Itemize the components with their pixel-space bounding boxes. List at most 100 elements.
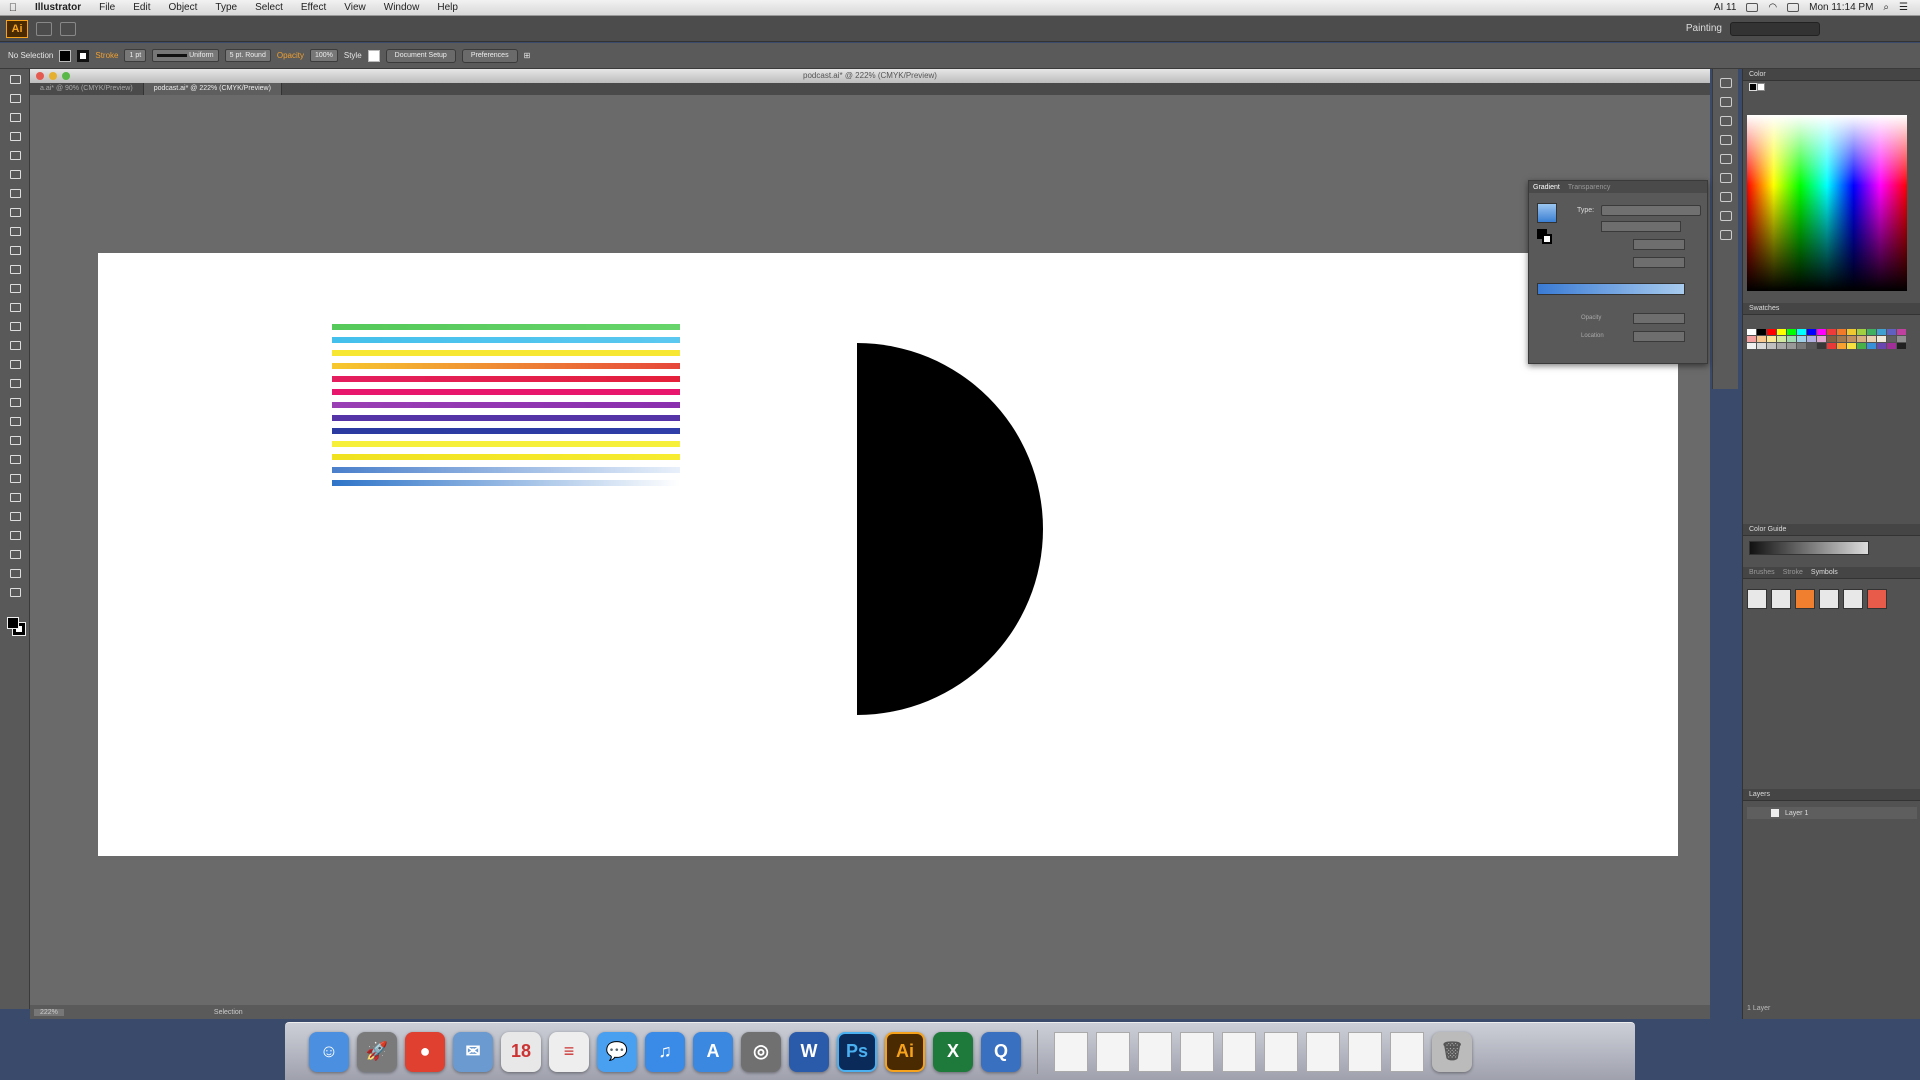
color-swatch[interactable]	[1867, 343, 1876, 349]
stripe-path[interactable]	[332, 350, 680, 356]
bridge-icon[interactable]	[36, 21, 52, 36]
dock-word-icon[interactable]: W	[789, 1031, 829, 1072]
current-tool-status[interactable]: Selection	[214, 1009, 243, 1016]
dock-document-icon[interactable]	[1348, 1031, 1382, 1072]
tab-gradient[interactable]: Gradient	[1533, 184, 1560, 191]
align-panel-icon[interactable]	[1719, 116, 1732, 126]
stripe-path[interactable]	[332, 480, 680, 486]
lasso-tool-icon[interactable]	[8, 130, 22, 142]
dock-calendar-icon[interactable]: 18	[501, 1031, 541, 1072]
color-swatch[interactable]	[1857, 343, 1866, 349]
search-input[interactable]	[1730, 21, 1820, 36]
color-swatch[interactable]	[1877, 336, 1886, 342]
tab-document-2[interactable]: podcast.ai* @ 222% (CMYK/Preview)	[143, 83, 282, 95]
stroke-label[interactable]: Stroke	[95, 51, 118, 60]
menu-file[interactable]: File	[90, 2, 124, 13]
harmony-colors-strip[interactable]	[1749, 541, 1869, 555]
variable-width-profile[interactable]: Uniform	[152, 49, 219, 62]
color-panel-fill-icon[interactable]	[1749, 83, 1757, 91]
color-swatch[interactable]	[1777, 336, 1786, 342]
color-swatch[interactable]	[1897, 329, 1906, 335]
color-swatch[interactable]	[1807, 336, 1816, 342]
color-swatch[interactable]	[1787, 336, 1796, 342]
color-swatch[interactable]	[1767, 336, 1776, 342]
color-swatch[interactable]	[1877, 329, 1886, 335]
color-swatch[interactable]	[1887, 336, 1896, 342]
stripe-path[interactable]	[332, 441, 680, 447]
color-swatch[interactable]	[1807, 343, 1816, 349]
menu-window[interactable]: Window	[375, 2, 429, 13]
symbol-swatch[interactable]	[1843, 589, 1863, 609]
color-stripes-group[interactable]	[332, 324, 680, 493]
color-swatch[interactable]	[1877, 343, 1886, 349]
brushes-tab[interactable]: Brushes	[1749, 569, 1775, 576]
menu-view[interactable]: View	[335, 2, 375, 13]
spotlight-icon[interactable]: ⌕	[1883, 2, 1889, 13]
layer-row[interactable]: Layer 1	[1747, 807, 1917, 819]
symbols-tab[interactable]: Symbols	[1811, 569, 1838, 576]
line-tool-icon[interactable]	[8, 187, 22, 199]
minimize-button[interactable]	[49, 72, 57, 80]
color-swatch[interactable]	[1767, 343, 1776, 349]
gradient-stroke-icon[interactable]	[1542, 234, 1552, 244]
brush-definition[interactable]: 5 pt. Round	[224, 49, 271, 62]
color-swatch[interactable]	[1777, 329, 1786, 335]
gradient-type-select[interactable]	[1601, 205, 1701, 216]
layers-tab[interactable]: Layers	[1749, 791, 1770, 798]
gradient-angle-field[interactable]	[1633, 239, 1685, 250]
black-half-circle-shape[interactable]	[857, 343, 1043, 715]
status-indicator[interactable]: AI 11	[1714, 2, 1737, 13]
color-swatch[interactable]	[1757, 336, 1766, 342]
pencil-tool-icon[interactable]	[8, 244, 22, 256]
eraser-tool-icon[interactable]	[8, 282, 22, 294]
stripe-path[interactable]	[332, 402, 680, 408]
dock-itunes-icon[interactable]: ♫	[645, 1031, 685, 1072]
color-swatch[interactable]	[1897, 336, 1906, 342]
stripe-path[interactable]	[332, 415, 680, 421]
dock-document-icon[interactable]	[1054, 1031, 1088, 1072]
color-swatch[interactable]	[1897, 343, 1906, 349]
zoom-tool-icon[interactable]	[8, 586, 22, 598]
transparency-panel-icon[interactable]	[1719, 230, 1732, 240]
color-swatch[interactable]	[1817, 329, 1826, 335]
scale-tool-icon[interactable]	[8, 320, 22, 332]
color-swatch[interactable]	[1787, 343, 1796, 349]
free-transform-tool-icon[interactable]	[8, 358, 22, 370]
mesh-tool-icon[interactable]	[8, 415, 22, 427]
dock-app-store-icon[interactable]: A	[693, 1031, 733, 1072]
document-setup-button[interactable]: Document Setup	[385, 48, 456, 63]
magic-wand-tool-icon[interactable]	[8, 111, 22, 123]
transform-panel-icon[interactable]	[1719, 135, 1732, 145]
color-swatch[interactable]	[1857, 329, 1866, 335]
trash-icon[interactable]: 🗑	[1432, 1031, 1472, 1072]
dock-chrome-icon[interactable]: ●	[405, 1031, 445, 1072]
tab-document-1[interactable]: a.ai* @ 90% (CMYK/Preview)	[30, 83, 144, 95]
color-swatch[interactable]	[1867, 329, 1876, 335]
blob-brush-tool-icon[interactable]	[8, 263, 22, 275]
pen-tool-icon[interactable]	[8, 149, 22, 161]
dock-document-icon[interactable]	[1096, 1031, 1130, 1072]
selection-tool-icon[interactable]	[8, 73, 22, 85]
eyedropper-tool-icon[interactable]	[8, 453, 22, 465]
dock-document-icon[interactable]	[1306, 1031, 1340, 1072]
color-swatch[interactable]	[1747, 336, 1756, 342]
rotate-tool-icon[interactable]	[8, 301, 22, 313]
dock-document-icon[interactable]	[1264, 1031, 1298, 1072]
stripe-path[interactable]	[332, 363, 680, 369]
color-swatch[interactable]	[1757, 343, 1766, 349]
color-panel-icon[interactable]	[1719, 78, 1732, 88]
color-swatch[interactable]	[1817, 343, 1826, 349]
stripe-path[interactable]	[332, 337, 680, 343]
menu-object[interactable]: Object	[159, 2, 206, 13]
gradient-panel-icon[interactable]	[1719, 211, 1732, 221]
gradient-fill-stroke-icon[interactable]	[1537, 229, 1553, 245]
dock-document-icon[interactable]	[1390, 1031, 1424, 1072]
color-swatch[interactable]	[1747, 343, 1756, 349]
dock-excel-icon[interactable]: X	[933, 1031, 973, 1072]
layer-name[interactable]: Layer 1	[1785, 810, 1808, 817]
fill-swatch[interactable]	[59, 49, 72, 62]
symbol-swatch[interactable]	[1867, 589, 1887, 609]
menu-app-name[interactable]: Illustrator	[26, 2, 90, 13]
color-swatch[interactable]	[1757, 329, 1766, 335]
stroke-gradient-options[interactable]	[1601, 221, 1681, 232]
